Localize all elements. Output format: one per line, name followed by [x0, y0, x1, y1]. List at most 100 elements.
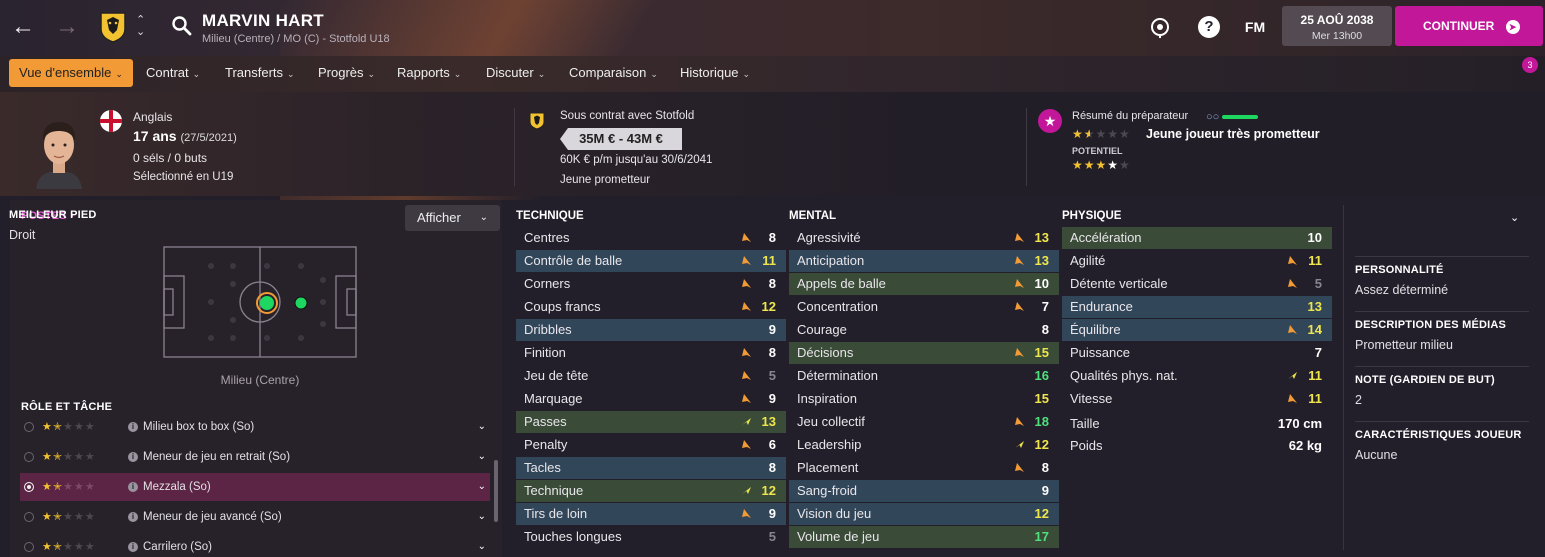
attribute-row[interactable]: Coups francs 12 [516, 296, 786, 318]
role-radio[interactable] [24, 512, 34, 522]
attribute-row[interactable]: Jeu collectif 18 [789, 411, 1059, 433]
personality-section: PERSONNALITÉ Assez déterminé [1355, 264, 1535, 297]
attribute-row[interactable]: Tirs de loin 9 [516, 503, 786, 525]
attribute-row[interactable]: Penalty 6 [516, 434, 786, 456]
attribute-row[interactable]: Tacles 8 [516, 457, 786, 479]
info-icon[interactable]: i [128, 512, 138, 522]
attribute-value: 5 [768, 368, 776, 383]
attribute-row[interactable]: Touches longues 5 [516, 526, 786, 548]
back-arrow-icon[interactable]: ← [10, 14, 36, 40]
notifications-icon[interactable]: 3 [1520, 57, 1540, 80]
attribute-row[interactable]: Équilibre 14 [1062, 319, 1332, 341]
tab-reports[interactable]: Rapports ⌄ [387, 59, 471, 87]
ball-icon[interactable] [1149, 16, 1171, 38]
attribute-row[interactable]: Marquage 9 [516, 388, 786, 410]
role-row-selected[interactable]: ★✭★★★ i Mezzala (So) ⌄ [20, 473, 490, 501]
chevron-down-icon: ⌄ [453, 69, 462, 79]
attribute-row[interactable]: Sang-froid 9 [789, 480, 1059, 502]
chevron-down-icon[interactable]: ⌄ [478, 503, 486, 531]
attribute-row[interactable]: Placement 8 [789, 457, 1059, 479]
attribute-row[interactable]: Détermination 16 [789, 365, 1059, 387]
role-row[interactable]: ★✭★★★ i Milieu box to box (So) ⌄ [20, 413, 490, 441]
attribute-value: 8 [1041, 322, 1049, 337]
attribute-row[interactable]: Volume de jeu 17 [789, 526, 1059, 548]
chevron-down-icon[interactable]: ⌄ [478, 473, 486, 501]
tab-label: Discuter [486, 65, 534, 80]
attribute-row[interactable]: Dribbles 9 [516, 319, 786, 341]
role-radio[interactable] [24, 452, 34, 462]
chevron-down-icon[interactable]: ⌄ [478, 413, 486, 441]
role-radio[interactable] [24, 422, 34, 432]
attribute-row[interactable]: Endurance 13 [1062, 296, 1332, 318]
attribute-row[interactable]: Centres 8 [516, 227, 786, 249]
role-row[interactable]: ★✭★★★ i Meneur de jeu avancé (So) ⌄ [20, 503, 490, 531]
scouting-knowledge-bar [1222, 115, 1258, 119]
tab-history[interactable]: Historique ⌄ [670, 59, 760, 87]
attribute-value: 11 [1308, 253, 1322, 268]
chevron-down-icon[interactable]: ⌄ [478, 533, 486, 557]
continue-button[interactable]: CONTINUER ➤ [1395, 6, 1543, 46]
transfer-value-badge[interactable]: 35M € - 43M € [560, 128, 682, 150]
attribute-value: 13 [1307, 299, 1322, 314]
player-avatar[interactable] [30, 113, 88, 189]
date-box[interactable]: 25 AOÛ 2038 Mer 13h00 [1282, 6, 1392, 46]
attribute-row[interactable]: Contrôle de balle 11 [516, 250, 786, 272]
attribute-name: Corners [524, 276, 571, 291]
player-switch-arrows-icon[interactable]: ⌃ ⌄ [136, 14, 145, 38]
attribute-name: Anticipation [797, 253, 865, 268]
attribute-row[interactable]: Détente verticale 5 [1062, 273, 1332, 295]
attribute-row[interactable]: Agressivité 13 [789, 227, 1059, 249]
attribute-name: Jeu collectif [797, 414, 865, 429]
attribute-row[interactable]: Finition 8 [516, 342, 786, 364]
attribute-row[interactable]: Inspiration 15 [789, 388, 1059, 410]
attribute-row[interactable]: Vitesse 11 [1062, 388, 1332, 410]
role-row[interactable]: ★✭★★★ i Meneur de jeu en retrait (So) ⌄ [20, 443, 490, 471]
tab-label: Contrat [146, 65, 189, 80]
attribute-row[interactable]: Jeu de tête 5 [516, 365, 786, 387]
search-icon[interactable] [170, 14, 194, 38]
attribute-row[interactable]: Accélération 10 [1062, 227, 1332, 249]
arrow-icon [742, 394, 751, 403]
attribute-value: 5 [768, 529, 776, 544]
attribute-name: Concentration [797, 299, 878, 314]
attribute-row[interactable]: Anticipation 13 [789, 250, 1059, 272]
tab-transfers[interactable]: Transferts ⌄ [215, 59, 305, 87]
chevron-down-icon[interactable]: ⌄ [478, 443, 486, 471]
tab-discuss[interactable]: Discuter ⌄ [476, 59, 555, 87]
attribute-row[interactable]: Concentration 7 [789, 296, 1059, 318]
roles-scrollbar[interactable] [494, 460, 498, 522]
tab-progress[interactable]: Progrès ⌄ [308, 59, 385, 87]
position-pitch-map[interactable] [163, 246, 357, 358]
tab-comparison[interactable]: Comparaison ⌄ [559, 59, 668, 87]
attribute-row[interactable]: Courage 8 [789, 319, 1059, 341]
attribute-row[interactable]: Technique 12 [516, 480, 786, 502]
attribute-row[interactable]: Puissance 7 [1062, 342, 1332, 364]
tab-contract[interactable]: Contrat ⌄ [136, 59, 210, 87]
physique-title: PHYSIQUE [1062, 210, 1122, 222]
role-row[interactable]: ★✭★★★ i Carrilero (So) ⌄ [20, 533, 490, 557]
attribute-row[interactable]: Appels de balle 10 [789, 273, 1059, 295]
gk-rating-title: NOTE (GARDIEN DE BUT) [1355, 374, 1495, 386]
chevron-down-icon[interactable]: ⌄ [1510, 211, 1519, 224]
afficher-dropdown[interactable]: Afficher ⌄ [405, 205, 500, 231]
help-icon[interactable]: ? [1198, 16, 1220, 38]
info-icon[interactable]: i [128, 422, 138, 432]
info-icon[interactable]: i [128, 452, 138, 462]
club-crest-icon[interactable] [99, 11, 127, 43]
info-icon[interactable]: i [128, 542, 138, 552]
fm-logo[interactable]: FM [1240, 16, 1270, 38]
role-radio[interactable] [24, 542, 34, 552]
attribute-name: Appels de balle [797, 276, 886, 291]
attribute-row[interactable]: Qualités phys. nat. 11 [1062, 365, 1332, 387]
attribute-row[interactable]: Vision du jeu 12 [789, 503, 1059, 525]
info-icon[interactable]: i [128, 482, 138, 492]
contract-club: Sous contrat avec Stotfold [560, 110, 695, 122]
tab-overview[interactable]: Vue d'ensemble ⌄ [9, 59, 133, 87]
attribute-row[interactable]: Leadership 12 [789, 434, 1059, 456]
attribute-row[interactable]: Agilité 11 [1062, 250, 1332, 272]
attribute-row[interactable]: Passes 13 [516, 411, 786, 433]
forward-arrow-icon[interactable]: → [54, 14, 80, 40]
attribute-row[interactable]: Décisions 15 [789, 342, 1059, 364]
role-radio[interactable] [24, 482, 34, 492]
attribute-row[interactable]: Corners 8 [516, 273, 786, 295]
